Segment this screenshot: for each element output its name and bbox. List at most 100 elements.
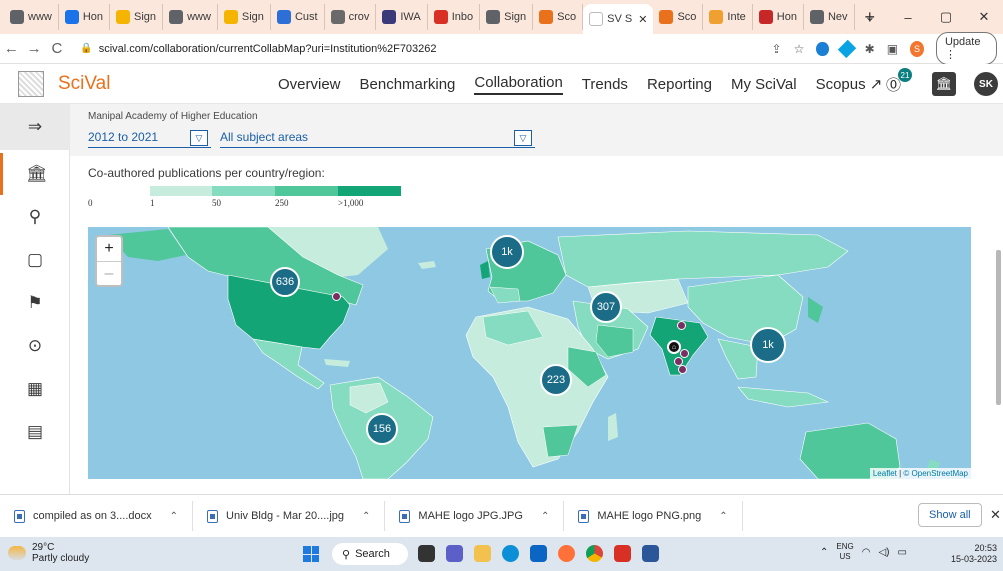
store-icon[interactable]	[530, 545, 547, 562]
close-tab-icon[interactable]: ✕	[638, 13, 647, 26]
collaboration-map[interactable]: + – 636 1k 307 1k 223 156 ⌂ Leaflet | © …	[88, 227, 971, 479]
file-explorer-icon[interactable]	[474, 545, 491, 562]
zoom-out-button[interactable]: –	[97, 261, 121, 285]
chevron-down-icon[interactable]: ▽	[190, 130, 208, 146]
avatar[interactable]: SK	[974, 72, 998, 96]
institution-icon[interactable]: 🏛	[932, 72, 956, 96]
close-icon[interactable]: ✕	[990, 507, 1001, 523]
nav-item-overview[interactable]: Overview	[278, 76, 341, 93]
chevron-up-icon[interactable]: ⌃	[541, 511, 549, 522]
bookmark-star-icon[interactable]: ☆	[794, 42, 805, 56]
browser-tab[interactable]: Sign	[218, 4, 271, 30]
collaborator-marker[interactable]	[677, 321, 686, 330]
show-all-downloads-button[interactable]: Show all	[918, 503, 982, 527]
browser-tab[interactable]: Hon	[753, 4, 804, 30]
map-cluster-africa[interactable]: 223	[540, 364, 572, 396]
chrome-icon[interactable]	[586, 545, 603, 562]
task-view-icon[interactable]	[418, 545, 435, 562]
chevron-up-icon[interactable]: ⌃	[719, 511, 727, 522]
osm-link[interactable]: © OpenStreetMap	[903, 469, 968, 478]
chevron-down-icon[interactable]: ▽	[514, 130, 532, 146]
download-item[interactable]: Univ Bldg - Mar 20....jpg ⌃	[193, 501, 386, 531]
page-scrollbar[interactable]	[996, 250, 1001, 405]
browser-tab[interactable]: Sco	[533, 4, 584, 30]
browser-tab[interactable]: IWA	[376, 4, 428, 30]
edge-icon[interactable]	[502, 545, 519, 562]
teams-icon[interactable]	[446, 545, 463, 562]
nav-item-scopus[interactable]: Scopus ↗	[816, 75, 883, 93]
profile-avatar[interactable]: S	[910, 40, 924, 57]
institution-icon[interactable]: 🏛	[0, 153, 70, 195]
collaborator-marker[interactable]	[332, 292, 341, 301]
nav-item-benchmarking[interactable]: Benchmarking	[360, 76, 456, 93]
browser-tab[interactable]: Inte	[703, 4, 753, 30]
folder-icon[interactable]: ▢	[0, 239, 70, 281]
subject-area-select[interactable]: All subject areas	[220, 130, 308, 144]
battery-icon[interactable]: ▭	[898, 547, 907, 558]
chevron-up-icon[interactable]: ⌃	[362, 511, 370, 522]
windows-start-icon[interactable]	[303, 546, 319, 562]
download-item[interactable]: MAHE logo PNG.png ⌃	[564, 501, 743, 531]
language-indicator[interactable]: ENG US	[836, 542, 853, 562]
download-item[interactable]: MAHE logo JPG.JPG ⌃	[385, 501, 565, 531]
close-window-button[interactable]: ✕	[965, 9, 1003, 25]
clock[interactable]: 20:53 15-03-2023	[951, 543, 997, 565]
browser-tab[interactable]: Nev	[804, 4, 855, 30]
taskbar-search[interactable]: ⚲ Search	[332, 543, 408, 565]
document-icon[interactable]: ▤	[0, 411, 70, 453]
lock-icon[interactable]: 🔒	[80, 43, 92, 54]
reload-button[interactable]: C	[46, 40, 69, 57]
map-cluster-north-america[interactable]: 636	[270, 267, 300, 297]
side-panel-icon[interactable]: ▣	[887, 42, 898, 56]
sidebar-toggle-button[interactable]: ⇒	[0, 104, 70, 150]
firefox-icon[interactable]	[558, 545, 575, 562]
leaflet-link[interactable]: Leaflet	[873, 469, 897, 478]
chevron-up-icon[interactable]: ⌃	[820, 547, 828, 558]
maximize-button[interactable]: ▢	[927, 9, 965, 25]
map-cluster-europe[interactable]: 1k	[490, 235, 524, 269]
browser-tab[interactable]: Hon	[59, 4, 111, 30]
word-icon[interactable]	[642, 545, 659, 562]
url-field[interactable]: 🔒 scival.com/collaboration/currentCollab…	[74, 38, 771, 60]
browser-tab[interactable]: www	[163, 4, 218, 30]
browser-tab[interactable]: SV S ✕	[583, 4, 654, 34]
nav-item-my-scival[interactable]: My SciVal	[731, 76, 797, 93]
grid-icon[interactable]: ▦	[0, 368, 70, 410]
extension-icon[interactable]	[816, 41, 829, 56]
date-range-select[interactable]: 2012 to 2021	[88, 130, 158, 144]
nav-item-collaboration[interactable]: Collaboration	[474, 74, 563, 95]
nav-item-trends[interactable]: Trends	[582, 76, 628, 93]
weather-widget[interactable]: 29°C Partly cloudy	[8, 542, 89, 564]
browser-tab[interactable]: Sco	[653, 4, 704, 30]
volume-icon[interactable]: ◁)	[878, 547, 889, 558]
update-button[interactable]: Update ⋮	[935, 32, 997, 65]
browser-tab[interactable]: Inbo	[428, 4, 481, 30]
tab-search-chevron-icon[interactable]: ⌄	[851, 9, 889, 25]
map-cluster-east-asia[interactable]: 1k	[750, 327, 786, 363]
collaborator-marker[interactable]	[680, 349, 689, 358]
person-icon[interactable]: ⚲	[0, 196, 70, 238]
zoom-in-button[interactable]: +	[97, 237, 121, 261]
target-icon[interactable]: ⊙	[0, 325, 70, 367]
download-item[interactable]: compiled as on 3....docx ⌃	[0, 501, 194, 531]
chevron-up-icon[interactable]: ⌃	[170, 511, 178, 522]
home-institution-pin-icon[interactable]: ⌂	[667, 340, 681, 354]
forward-button[interactable]: →	[23, 40, 46, 57]
scival-logo[interactable]: SciVal	[58, 73, 110, 95]
acrobat-icon[interactable]	[614, 545, 631, 562]
flag-icon[interactable]: ⚑	[0, 282, 70, 324]
wifi-icon[interactable]: ◠	[862, 547, 871, 558]
back-button[interactable]: ←	[0, 40, 23, 57]
browser-tab[interactable]: Cust	[271, 4, 325, 30]
map-cluster-south-america[interactable]: 156	[366, 413, 398, 445]
nav-item-reporting[interactable]: Reporting	[647, 76, 712, 93]
map-cluster-middle-east[interactable]: 307	[590, 291, 622, 323]
puzzle-icon[interactable]: ✱	[865, 42, 875, 56]
browser-tab[interactable]: crov	[325, 4, 377, 30]
collaborator-marker[interactable]	[678, 365, 687, 374]
browser-tab[interactable]: www	[4, 4, 59, 30]
extension-icon[interactable]	[837, 39, 856, 58]
minimize-button[interactable]: –	[889, 10, 927, 25]
share-icon[interactable]: ⇪	[772, 42, 782, 56]
browser-tab[interactable]: Sign	[110, 4, 164, 30]
